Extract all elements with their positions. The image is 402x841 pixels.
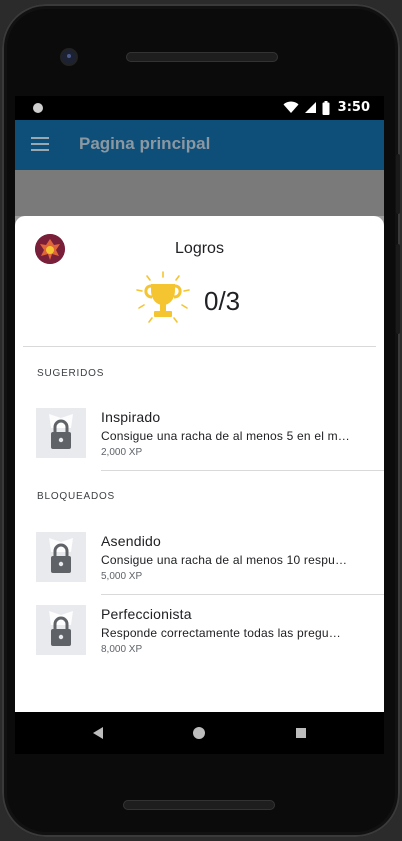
achievement-description: Consigue una racha de al menos 5 en el m… xyxy=(101,429,351,443)
achievement-xp: 8,000 XP xyxy=(101,644,143,655)
achievement-score: 0/3 xyxy=(204,286,241,316)
achievement-thumbnail xyxy=(36,605,86,655)
header-divider xyxy=(23,346,376,347)
lock-icon xyxy=(49,611,73,646)
scrim[interactable] xyxy=(15,170,384,216)
achievement-xp: 2,000 XP xyxy=(101,447,143,458)
navigation-bar xyxy=(15,712,384,754)
row-divider xyxy=(101,594,384,595)
section-suggested: SUGERIDOS xyxy=(37,368,105,379)
sheet-title: Logros xyxy=(175,240,224,257)
back-icon[interactable] xyxy=(93,727,103,739)
power-button xyxy=(396,154,400,214)
trophy-icon xyxy=(133,270,193,328)
achievement-item[interactable]: Inspirado Consigue una racha de al menos… xyxy=(36,408,384,462)
achievement-description: Responde correctamente todas las pregu… xyxy=(101,626,341,640)
screen: 3:50 Pagina principal Logros 0/3 SUGERID… xyxy=(15,96,384,712)
lock-icon xyxy=(49,538,73,573)
volume-button xyxy=(396,244,400,334)
status-time: 3:50 xyxy=(337,100,370,115)
lock-icon xyxy=(49,414,73,449)
status-icons: 3:50 xyxy=(283,100,370,115)
achievement-name: Inspirado xyxy=(101,409,161,425)
achievements-sheet: Logros 0/3 SUGERIDOS Inspirado Consigue … xyxy=(15,216,384,712)
signal-icon xyxy=(304,102,316,113)
achievement-name: Asendido xyxy=(101,533,161,549)
achievement-xp: 5,000 XP xyxy=(101,571,143,582)
achievement-item[interactable]: Perfeccionista Responde correctamente to… xyxy=(36,605,384,659)
app-title: Pagina principal xyxy=(79,134,211,153)
section-locked: BLOQUEADOS xyxy=(37,491,116,502)
app-bar: Pagina principal xyxy=(15,120,384,170)
top-speaker xyxy=(126,52,278,62)
achievement-item[interactable]: Asendido Consigue una racha de al menos … xyxy=(36,532,384,586)
menu-icon[interactable] xyxy=(31,137,49,151)
wifi-icon xyxy=(283,101,299,113)
row-divider xyxy=(101,470,384,471)
battery-icon xyxy=(322,100,330,115)
status-bar: 3:50 xyxy=(15,96,384,120)
notification-dot xyxy=(33,103,43,113)
bottom-speaker xyxy=(123,800,275,810)
achievement-thumbnail xyxy=(36,532,86,582)
home-icon[interactable] xyxy=(193,727,205,739)
achievement-thumbnail xyxy=(36,408,86,458)
achievement-name: Perfeccionista xyxy=(101,606,192,622)
achievement-description: Consigue una racha de al menos 10 respu… xyxy=(101,553,348,567)
recents-icon[interactable] xyxy=(296,728,306,738)
front-camera xyxy=(62,50,76,64)
